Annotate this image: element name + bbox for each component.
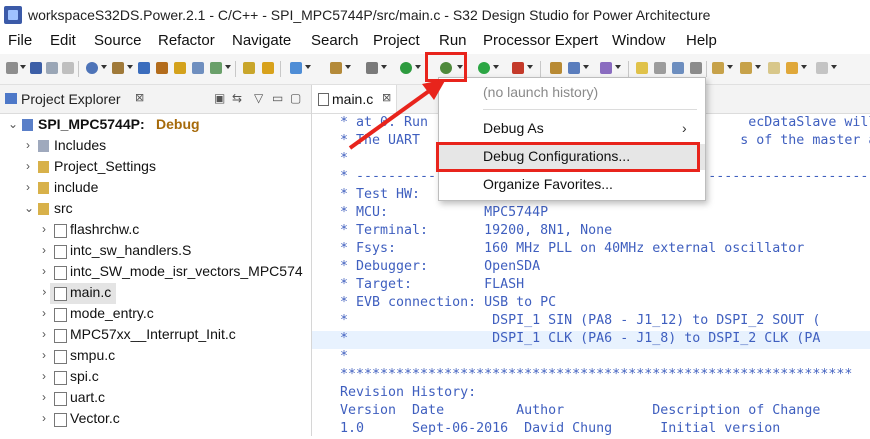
annotation-arrow-icon (348, 79, 446, 150)
